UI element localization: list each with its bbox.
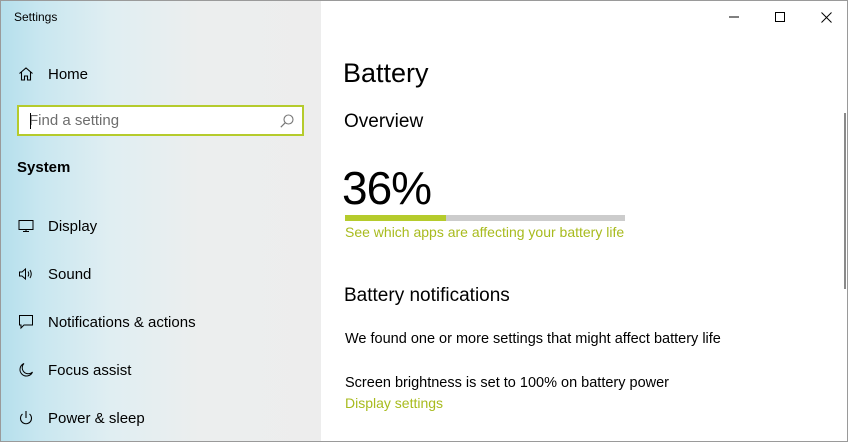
home-label: Home	[48, 65, 89, 83]
section-label-system: System	[17, 159, 71, 176]
sidebar-item-power-sleep[interactable]: Power & sleep	[1, 398, 321, 438]
sidebar-item-display[interactable]: Display	[1, 206, 321, 246]
main-content: Battery Overview 36% See which apps are …	[321, 1, 847, 441]
sidebar-item-label: Focus assist	[48, 361, 132, 379]
sidebar-item-label: Display	[48, 217, 98, 235]
sidebar-item-label: Power & sleep	[48, 409, 145, 427]
search-icon[interactable]	[279, 113, 295, 129]
battery-level-fill	[345, 215, 446, 221]
maximize-button[interactable]	[757, 1, 803, 33]
display-settings-link[interactable]: Display settings	[345, 395, 443, 411]
sidebar-item-notifications[interactable]: Notifications & actions	[1, 302, 321, 342]
window-controls	[711, 1, 847, 33]
overview-heading: Overview	[344, 111, 424, 132]
home-icon	[17, 65, 35, 83]
sidebar: Settings Home System Display Sou	[1, 1, 321, 441]
settings-window: Settings Home System Display Sou	[0, 0, 848, 442]
text-caret	[30, 113, 31, 129]
minimize-button[interactable]	[711, 1, 757, 33]
sidebar-item-label: Notifications & actions	[48, 313, 196, 331]
window-title: Settings	[14, 10, 58, 24]
power-icon	[17, 409, 35, 427]
search-input[interactable]	[19, 107, 269, 134]
sidebar-item-sound[interactable]: Sound	[1, 254, 321, 294]
home-nav-item[interactable]: Home	[1, 54, 321, 94]
moon-icon	[17, 361, 35, 379]
maximize-icon	[775, 12, 785, 22]
minimize-icon	[729, 16, 739, 18]
battery-notifications-heading: Battery notifications	[344, 285, 510, 306]
close-icon	[820, 11, 832, 23]
scrollbar[interactable]	[844, 113, 846, 289]
speaker-icon	[17, 265, 35, 283]
battery-percentage: 36%	[342, 162, 432, 214]
message-icon	[17, 313, 35, 331]
sidebar-item-label: Sound	[48, 265, 92, 283]
page-title: Battery	[343, 58, 429, 88]
close-button[interactable]	[803, 1, 847, 33]
sidebar-item-focus-assist[interactable]: Focus assist	[1, 350, 321, 390]
battery-apps-link[interactable]: See which apps are affecting your batter…	[345, 224, 624, 240]
brightness-warning-text: Screen brightness is set to 100% on batt…	[345, 375, 670, 391]
settings-warning-text: We found one or more settings that might…	[345, 331, 721, 347]
battery-level-bar	[345, 215, 625, 221]
search-box[interactable]	[17, 105, 304, 136]
monitor-icon	[17, 217, 35, 235]
